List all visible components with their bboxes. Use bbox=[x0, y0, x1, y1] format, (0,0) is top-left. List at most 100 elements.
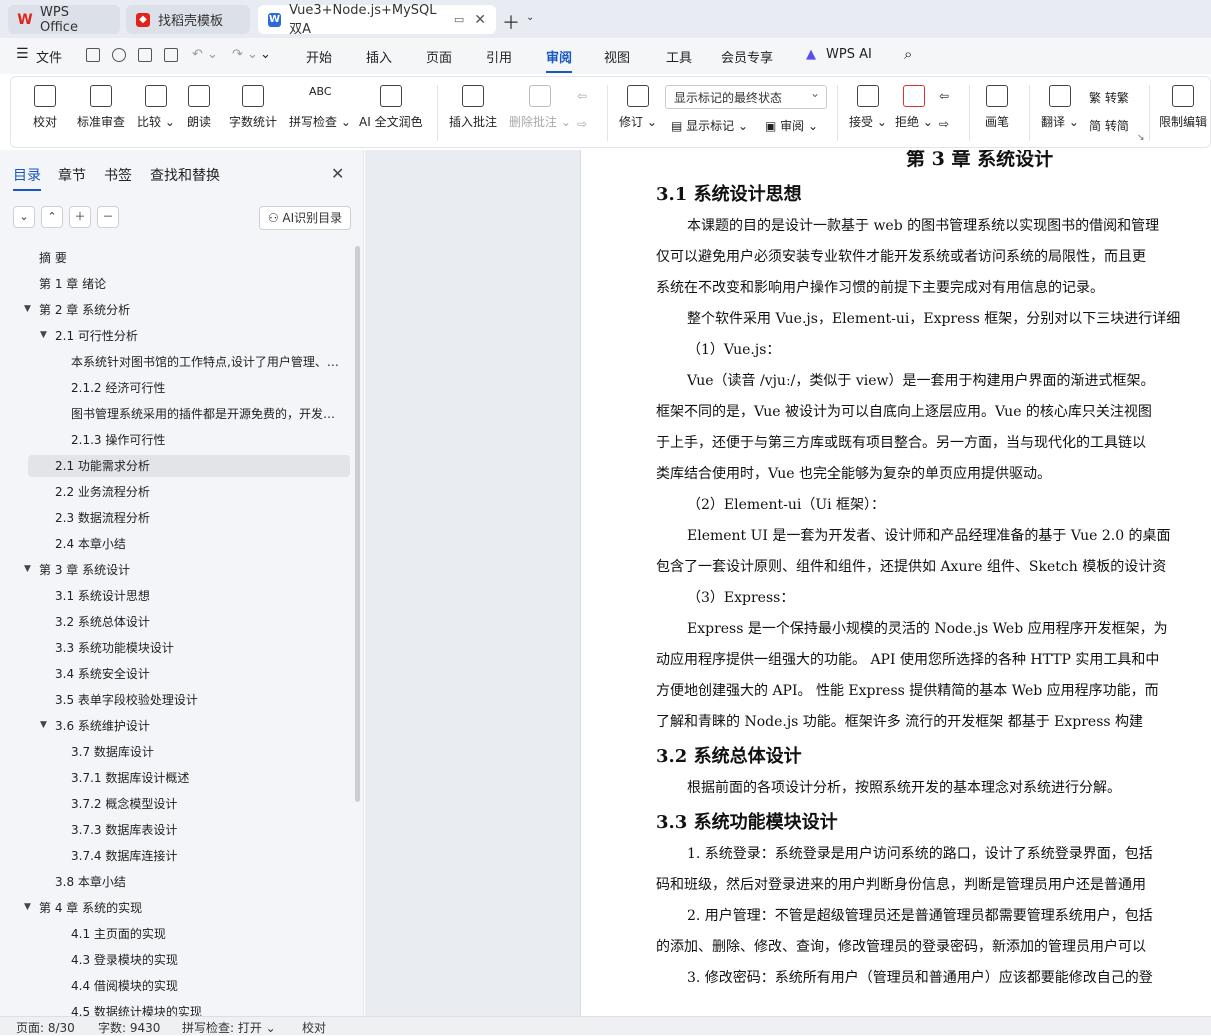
toc-item[interactable]: 3.8 本章小结 bbox=[55, 871, 342, 893]
toc-item[interactable]: 图书管理系统采用的插件都是开源免费的，开发… bbox=[71, 403, 342, 425]
read-aloud-button[interactable]: 朗读 bbox=[187, 85, 211, 130]
delete-comment-button[interactable]: 删除批注 ⌄ bbox=[509, 85, 571, 130]
print-icon[interactable] bbox=[138, 48, 152, 62]
document-line[interactable]: Express 是一个保持最小规模的灵活的 Node.js Web 应用程序开发… bbox=[687, 618, 1168, 638]
toc-item[interactable]: 2.1 可行性分析 bbox=[55, 325, 342, 347]
more-chevron-icon[interactable]: ⌄ bbox=[260, 47, 271, 62]
tab-document[interactable]: W Vue3+Node.js+MySQL双A ▭ ✕ bbox=[258, 3, 496, 37]
next-change-icon[interactable]: ⇨ bbox=[939, 117, 949, 131]
document-line[interactable]: 系统在不改变和影响用户操作习惯的前提下主要完成对有用信息的记录。 bbox=[656, 277, 1104, 297]
toc-item[interactable]: 3.7.3 数据库表设计 bbox=[71, 819, 342, 841]
reject-button[interactable]: 拒绝 ⌄ bbox=[895, 85, 933, 130]
toc-item[interactable]: 4.3 登录模块的实现 bbox=[71, 949, 342, 971]
document-line[interactable]: 本课题的目的是设计一款基于 web 的图书管理系统以实现图书的借阅和管理 bbox=[687, 215, 1159, 235]
document-line[interactable]: 仅可以避免用户必须安装专业软件才能开发系统或者访问系统的局限性，而且更 bbox=[656, 246, 1146, 266]
toc-item[interactable]: 第 3 章 系统设计 bbox=[39, 559, 342, 581]
document-heading[interactable]: 第 3 章 系统设计 bbox=[906, 150, 1053, 171]
close-icon[interactable]: ✕ bbox=[331, 164, 344, 183]
toc-item[interactable]: 第 2 章 系统分析 bbox=[39, 299, 342, 321]
expand-up-icon[interactable]: ⌃ bbox=[41, 206, 63, 228]
proof-status[interactable]: 校对 bbox=[302, 1019, 326, 1036]
document-line[interactable]: 方便地创建强大的 API。 性能 Express 提供精简的基本 Web 应用程… bbox=[656, 680, 1159, 700]
document-line[interactable]: 了解和青睐的 Node.js 功能。框架许多 流行的开发框架 都基于 Expre… bbox=[656, 711, 1143, 731]
word-count-button[interactable]: 字数统计 bbox=[229, 85, 277, 130]
proof-button[interactable]: 校对 bbox=[33, 85, 57, 130]
chevron-down-icon[interactable]: ⌄ bbox=[526, 12, 534, 23]
toc-item[interactable]: 3.3 系统功能模块设计 bbox=[55, 637, 342, 659]
toc-item[interactable]: 2.1.2 经济可行性 bbox=[71, 377, 342, 399]
document-line[interactable]: 动应用程序提供一组强大的功能。 API 使用您所选择的各种 HTTP 实用工具和… bbox=[656, 649, 1159, 669]
toc-item[interactable]: 第 1 章 绪论 bbox=[39, 273, 342, 295]
toc-item[interactable]: 3.7 数据库设计 bbox=[71, 741, 342, 763]
toc-item[interactable]: 2.2 业务流程分析 bbox=[55, 481, 342, 503]
document-line[interactable]: Element UI 是一套为开发者、设计师和产品经理准备的基于 Vue 2.0… bbox=[687, 525, 1171, 545]
prev-change-icon[interactable]: ⇦ bbox=[939, 89, 949, 103]
undo-icon[interactable]: ↶ ⌄ bbox=[192, 47, 218, 62]
page-indicator[interactable]: 页面: 8/30 bbox=[16, 1019, 75, 1036]
nav-tab-toc[interactable]: 目录 bbox=[13, 165, 41, 191]
document-line[interactable]: 2. 用户管理：不管是超级管理员还是普通管理员都需要管理系统用户，包括 bbox=[687, 905, 1153, 925]
redo-icon[interactable]: ↷ ⌄ bbox=[232, 47, 258, 62]
ai-toc-button[interactable]: ⚇ AI识别目录 bbox=[259, 206, 351, 230]
document-line[interactable]: 框架不同的是，Vue 被设计为可以自底向上逐层应用。Vue 的核心库只关注视图 bbox=[656, 401, 1152, 421]
save-icon[interactable] bbox=[86, 48, 100, 62]
document-line[interactable]: 于上手，还便于与第三方库或既有项目整合。另一方面，当与现代化的工具链以 bbox=[656, 432, 1146, 452]
document-line[interactable]: Vue（读音 /vjuː/，类似于 view）是一套用于构建用户界面的渐进式框架… bbox=[687, 370, 1155, 390]
document-line[interactable]: 1. 系统登录：系统登录是用户访问系统的路口，设计了系统登录界面，包括 bbox=[687, 843, 1153, 863]
toc-item[interactable]: 3.2 系统总体设计 bbox=[55, 611, 342, 633]
toc-item[interactable]: 3.1 系统设计思想 bbox=[55, 585, 342, 607]
document-line[interactable]: 包含了一套设计原则、组件和组件，还提供如 Axure 组件、Sketch 模板的… bbox=[656, 556, 1166, 576]
menu-view[interactable]: 视图 bbox=[604, 47, 630, 66]
spell-status[interactable]: 拼写检查: 打开 ⌄ bbox=[182, 1019, 276, 1036]
toc-item[interactable]: 3.5 表单字段校验处理设计 bbox=[55, 689, 342, 711]
toc-item[interactable]: 3.7.1 数据库设计概述 bbox=[71, 767, 342, 789]
document-line[interactable]: 整个软件采用 Vue.js，Element-ui，Express 框架，分别对以… bbox=[687, 308, 1180, 328]
nav-tab-bookmark[interactable]: 书签 bbox=[104, 165, 132, 185]
collapse-all-icon[interactable]: ⌄ bbox=[13, 206, 35, 228]
to-simplified-button[interactable]: 简 转简 bbox=[1089, 117, 1129, 134]
expand-icon[interactable]: ↘ bbox=[1137, 133, 1145, 143]
document-line[interactable]: 3. 修改密码：系统所有用户（管理员和普通用户）应该都要能修改自己的登 bbox=[687, 967, 1153, 987]
menu-tools[interactable]: 工具 bbox=[666, 47, 692, 66]
document-line[interactable]: （2）Element-ui（Ui 框架）： bbox=[687, 494, 885, 514]
document-line[interactable]: 类库结合使用时，Vue 也完全能够为复杂的单页应用提供驱动。 bbox=[656, 463, 1051, 483]
accept-button[interactable]: 接受 ⌄ bbox=[849, 85, 887, 130]
toc-item[interactable]: 3.7.2 概念模型设计 bbox=[71, 793, 342, 815]
search-icon[interactable]: ⌕ bbox=[904, 45, 912, 63]
menu-reference[interactable]: 引用 bbox=[486, 47, 512, 66]
menu-insert[interactable]: 插入 bbox=[366, 47, 392, 66]
next-comment-icon[interactable]: ⇨ bbox=[577, 117, 587, 131]
toc-item[interactable]: 摘 要 bbox=[39, 247, 342, 269]
std-review-button[interactable]: 标准审查 bbox=[77, 85, 125, 130]
remove-heading-icon[interactable]: － bbox=[97, 206, 119, 228]
toc-item[interactable]: 2.3 数据流程分析 bbox=[55, 507, 342, 529]
review-pane-button[interactable]: ▣ 审阅 ⌄ bbox=[765, 117, 818, 134]
document-line[interactable]: （3）Express： bbox=[687, 587, 794, 607]
document-heading[interactable]: 3.3 系统功能模块设计 bbox=[656, 808, 838, 834]
toc-item[interactable]: 2.4 本章小结 bbox=[55, 533, 342, 555]
expand-triangle-icon[interactable]: ▼ bbox=[24, 304, 31, 314]
spell-check-button[interactable]: ABC 拼写检查 ⌄ bbox=[289, 85, 351, 130]
prev-comment-icon[interactable]: ⇦ bbox=[577, 89, 587, 103]
compare-button[interactable]: 比较 ⌄ bbox=[137, 85, 175, 130]
document-heading[interactable]: 3.2 系统总体设计 bbox=[656, 742, 802, 768]
document-heading[interactable]: 3.1 系统设计思想 bbox=[656, 180, 802, 206]
share-icon[interactable] bbox=[112, 48, 126, 62]
add-tab-icon[interactable]: ＋ bbox=[502, 9, 520, 35]
show-markup-button[interactable]: ▤ 显示标记 ⌄ bbox=[671, 117, 748, 134]
menu-wps-ai[interactable]: WPS AI bbox=[826, 47, 872, 62]
tab-wps-office[interactable]: W WPS Office bbox=[8, 5, 120, 35]
revise-button[interactable]: 修订 ⌄ bbox=[619, 85, 657, 130]
tab-template[interactable]: ◆ 找稻壳模板 bbox=[126, 5, 250, 34]
scrollbar[interactable] bbox=[355, 246, 360, 802]
add-heading-icon[interactable]: ＋ bbox=[69, 206, 91, 228]
print-preview-icon[interactable] bbox=[164, 48, 178, 62]
insert-comment-button[interactable]: 插入批注 bbox=[449, 85, 497, 130]
to-traditional-button[interactable]: 繁 转繁 bbox=[1089, 89, 1129, 106]
menu-file[interactable]: 文件 bbox=[36, 47, 62, 66]
document-line[interactable]: 码和班级，然后对登录进来的用户判断身份信息，判断是管理员用户还是普通用 bbox=[656, 874, 1146, 894]
translate-button[interactable]: 翻译 ⌄ bbox=[1041, 85, 1079, 130]
menu-review[interactable]: 审阅 bbox=[546, 47, 573, 73]
menu-icon[interactable]: ☰ bbox=[16, 46, 29, 62]
pen-button[interactable]: 画笔 bbox=[985, 85, 1009, 130]
